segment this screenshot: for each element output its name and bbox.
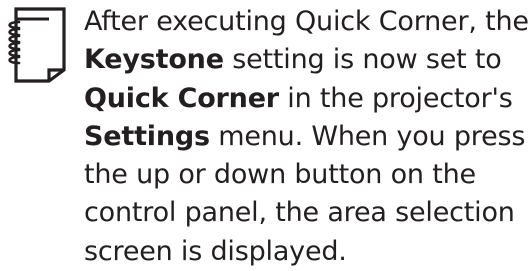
note-text-segment: setting is now set to xyxy=(223,44,502,76)
note-block: After executing Quick Corner, the Keysto… xyxy=(0,0,531,267)
keystone-setting-name: Keystone xyxy=(84,44,224,76)
note-text-segment: After executing Quick Corner, the xyxy=(84,6,529,37)
note-text-segment: in the projector's xyxy=(278,82,513,114)
memo-notepad-icon xyxy=(8,7,66,83)
note-text: After executing Quick Corner, the Keysto… xyxy=(84,3,529,271)
settings-menu-name: Settings xyxy=(84,120,210,152)
quick-corner-setting-value: Quick Corner xyxy=(84,82,279,114)
